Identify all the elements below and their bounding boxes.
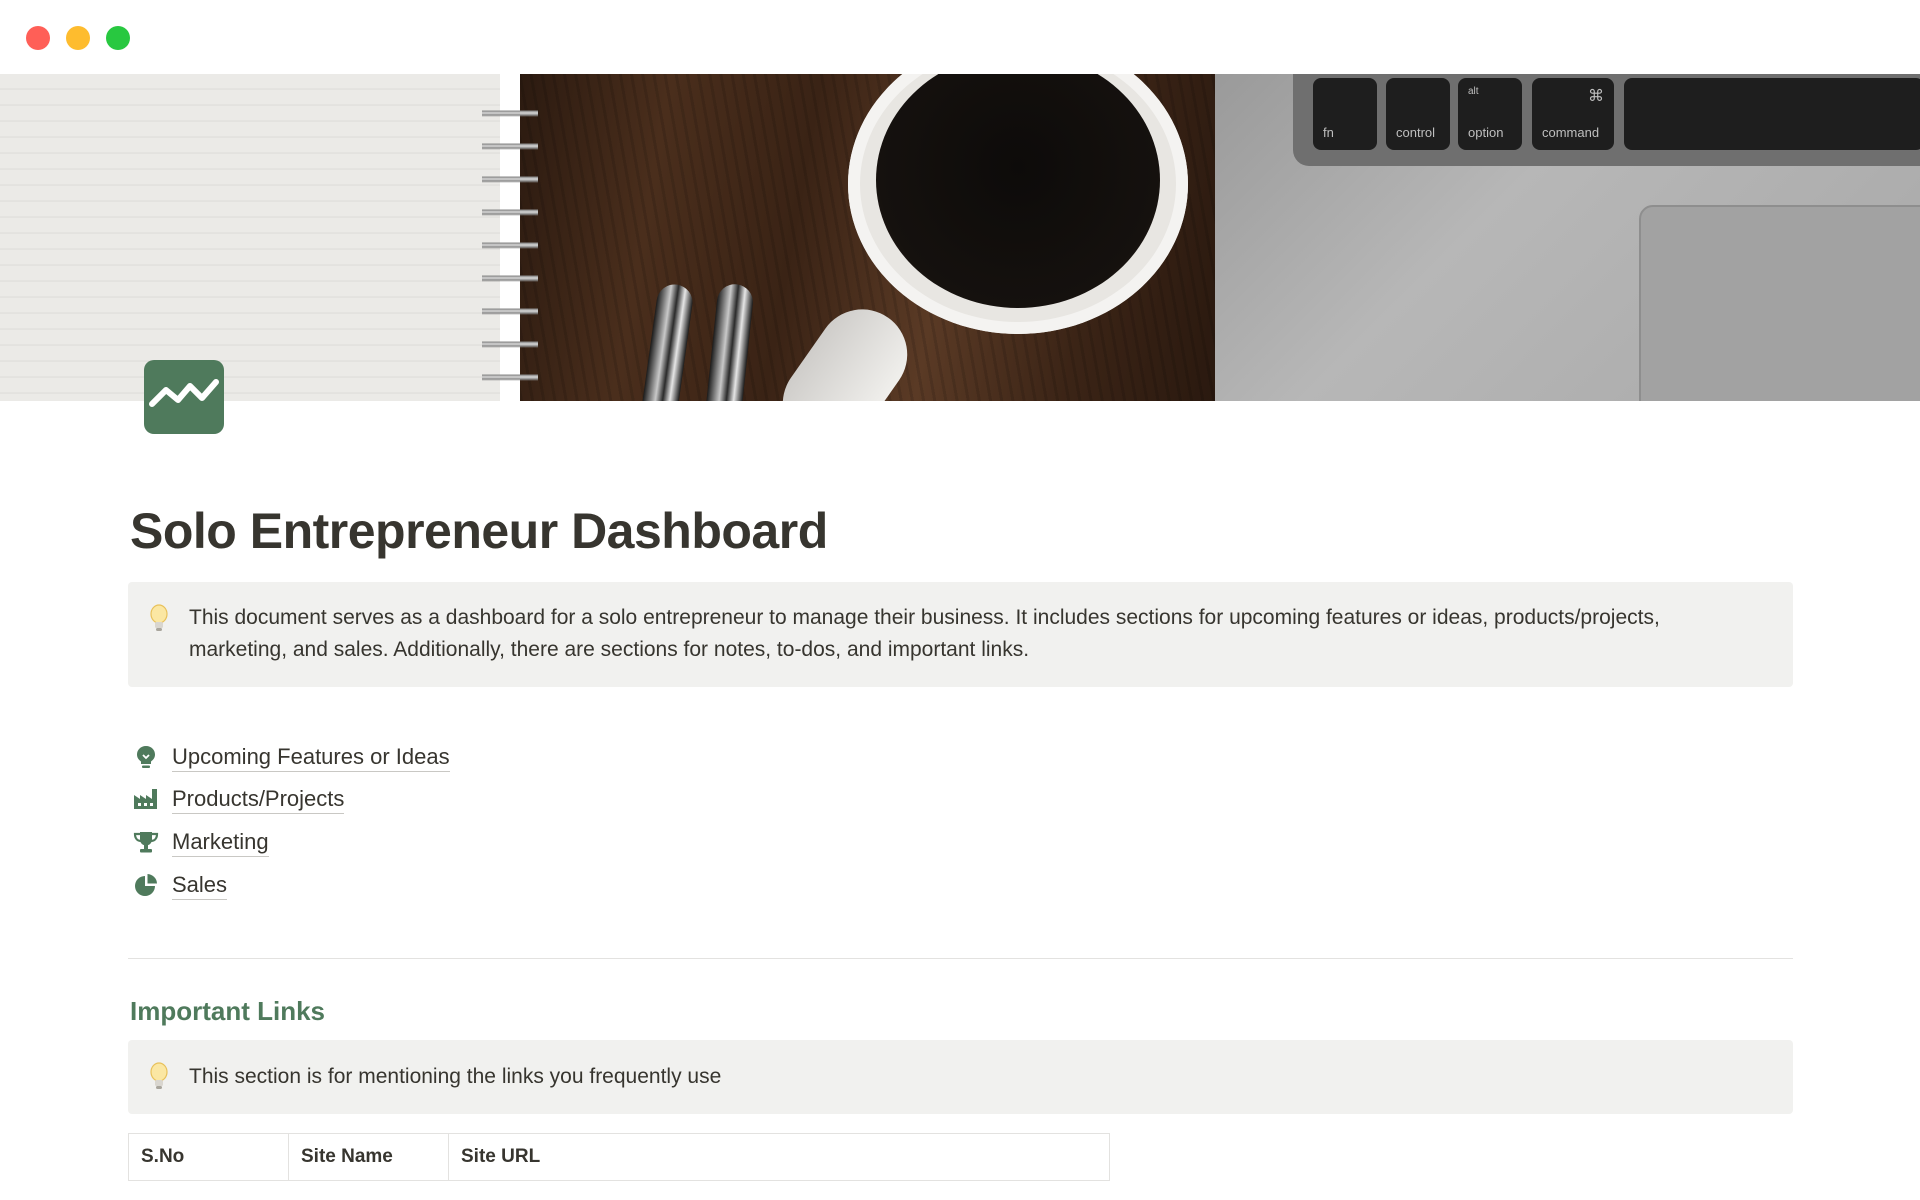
cover-trackpad	[1639, 205, 1920, 401]
pie-chart-icon	[132, 871, 160, 899]
link-marketing[interactable]: Marketing	[132, 825, 269, 859]
important-links-heading[interactable]: Important Links	[130, 996, 325, 1027]
page-title[interactable]: Solo Entrepreneur Dashboard	[130, 502, 828, 560]
close-window-button[interactable]	[26, 26, 50, 50]
cover-key-label: command	[1542, 125, 1600, 140]
cover-notebook-paper	[0, 74, 500, 401]
chart-trending-up-icon[interactable]	[144, 360, 224, 434]
minimize-window-button[interactable]	[66, 26, 90, 50]
lightbulb-icon	[148, 1062, 170, 1092]
link-upcoming-features[interactable]: Upcoming Features or Ideas	[132, 740, 450, 774]
lightbulb-icon	[148, 604, 170, 634]
intro-callout[interactable]: This document serves as a dashboard for …	[128, 582, 1793, 687]
lightbulb-outline-icon	[132, 743, 160, 771]
link-label[interactable]: Marketing	[172, 828, 269, 857]
important-links-callout[interactable]: This section is for mentioning the links…	[128, 1040, 1793, 1114]
table-header-sno[interactable]: S.No	[129, 1134, 289, 1180]
cover-key-label: control	[1396, 125, 1436, 140]
cover-key-control: control	[1386, 78, 1450, 150]
factory-icon	[132, 785, 160, 813]
cover-key-fn: fn	[1313, 78, 1377, 150]
table-header-site-url[interactable]: Site URL	[449, 1134, 1109, 1180]
important-links-callout-text: This section is for mentioning the links…	[189, 1065, 722, 1088]
command-symbol-icon: ⌘	[1588, 88, 1604, 105]
cover-key-label: option	[1468, 125, 1504, 140]
trophy-icon	[132, 828, 160, 856]
important-links-table[interactable]: S.No Site Name Site URL	[128, 1133, 1110, 1181]
cover-key-command: ⌘ command	[1532, 78, 1614, 150]
table-header-site-name[interactable]: Site Name	[289, 1134, 449, 1180]
divider	[128, 958, 1793, 959]
window-titlebar	[0, 0, 1920, 74]
maximize-window-button[interactable]	[106, 26, 130, 50]
cover-key-option: alt option	[1458, 78, 1522, 150]
link-label[interactable]: Products/Projects	[172, 785, 345, 814]
cover-image: fn control alt option ⌘ command	[0, 74, 1920, 401]
cover-key-sup-label: alt	[1468, 86, 1479, 97]
cover-key-label: fn	[1323, 125, 1334, 140]
cover-key-space	[1624, 78, 1920, 150]
link-label[interactable]: Upcoming Features or Ideas	[172, 743, 450, 772]
link-label[interactable]: Sales	[172, 871, 228, 900]
link-sales[interactable]: Sales	[132, 868, 228, 902]
link-products-projects[interactable]: Products/Projects	[132, 782, 345, 816]
cover-notebook-spiral	[482, 84, 538, 401]
intro-callout-text: This document serves as a dashboard for …	[189, 606, 1660, 661]
